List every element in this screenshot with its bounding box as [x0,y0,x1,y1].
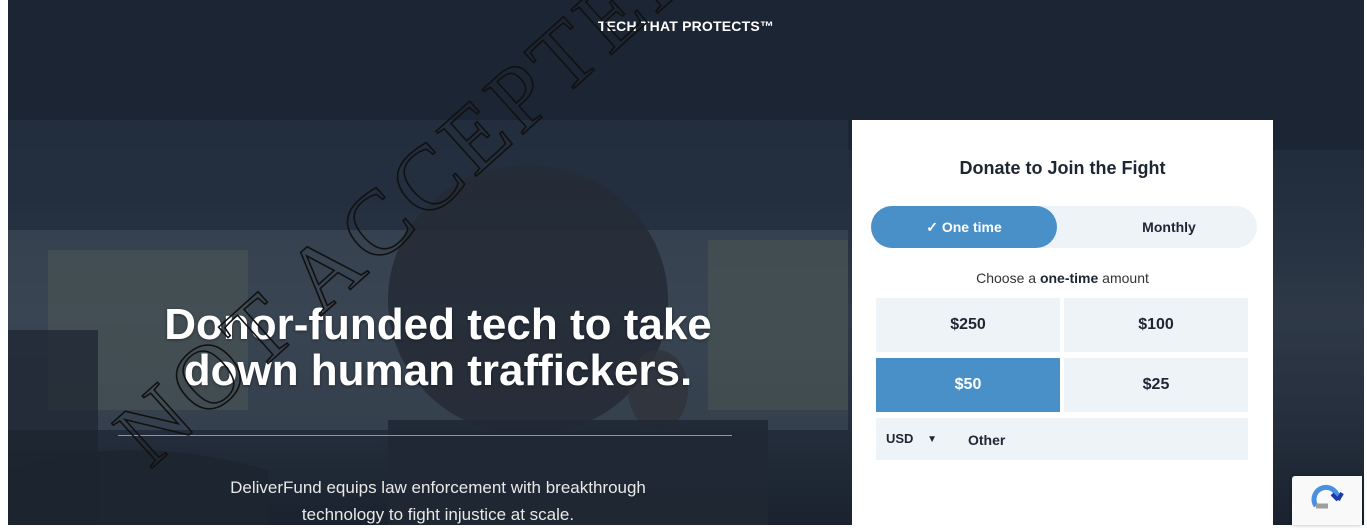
recaptcha-badge[interactable] [1292,476,1362,525]
amount-option-25[interactable]: $25 [1064,358,1248,412]
frequency-toggle: ✓ One time Monthly [871,206,1257,248]
choose-amount-label: Choose a one-time amount [852,270,1273,286]
hero-subtext-line-2: technology to fight injustice at scale. [301,505,575,524]
hero-subtext-line-1: DeliverFund equips law enforcement with … [230,478,646,497]
hero-headline-line-2: down human traffickers. [183,346,693,395]
currency-value: USD [886,431,914,446]
amount-option-250[interactable]: $250 [876,298,1060,352]
tagline: TECH THAT PROTECTS™ [597,18,775,34]
other-amount-input[interactable] [966,418,1240,462]
donate-form: Donate to Join the Fight ✓ One time Mont… [852,120,1273,525]
one-time-label: One time [941,219,1002,235]
recaptcha-icon [1311,484,1344,509]
currency-select[interactable]: USD ▼ [886,418,937,460]
hero-headline-line-1: Donor-funded tech to take [164,300,712,349]
amount-option-100[interactable]: $100 [1064,298,1248,352]
caret-down-icon: ▼ [927,433,937,445]
choose-suffix: amount [1102,270,1149,286]
hero-subtext: DeliverFund equips law enforcement with … [118,474,758,525]
amount-option-50[interactable]: $50 [876,358,1060,412]
check-icon: ✓ [926,219,938,235]
choose-prefix: Choose a [976,270,1037,286]
hero-headline: Donor-funded tech to take down human tra… [118,302,758,394]
one-time-button[interactable]: ✓ One time [871,206,1057,248]
hero-divider [118,435,732,436]
hero-section: TECH THAT PROTECTS™ Donor-funded tech to… [8,0,1364,525]
other-amount-row: USD ▼ [876,418,1248,462]
donate-form-title: Donate to Join the Fight [959,158,1166,178]
monthly-button[interactable]: Monthly [1081,206,1257,248]
choose-bold: one-time [1039,270,1099,286]
